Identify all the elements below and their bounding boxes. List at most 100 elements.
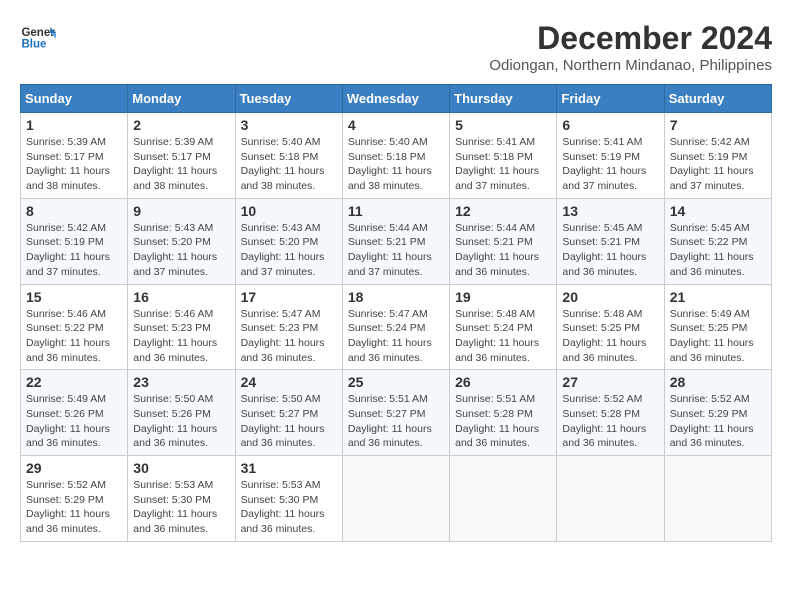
sunrise-text: Sunrise: 5:44 AM xyxy=(348,222,428,234)
daylight-text: Daylight: 11 hours and 36 minutes. xyxy=(133,337,217,364)
daylight-text: Daylight: 11 hours and 36 minutes. xyxy=(348,337,432,364)
day-number: 26 xyxy=(455,374,551,390)
sunrise-text: Sunrise: 5:40 AM xyxy=(241,136,321,148)
sunset-text: Sunset: 5:22 PM xyxy=(670,236,748,248)
calendar-week-row: 1 Sunrise: 5:39 AM Sunset: 5:17 PM Dayli… xyxy=(21,113,772,199)
calendar-cell: 4 Sunrise: 5:40 AM Sunset: 5:18 PM Dayli… xyxy=(342,113,449,199)
page-header: General Blue December 2024 Odiongan, Nor… xyxy=(20,20,772,74)
sunrise-text: Sunrise: 5:45 AM xyxy=(670,222,750,234)
sunset-text: Sunset: 5:23 PM xyxy=(241,322,319,334)
sunset-text: Sunset: 5:21 PM xyxy=(455,236,533,248)
sunset-text: Sunset: 5:30 PM xyxy=(241,494,319,506)
sunrise-text: Sunrise: 5:47 AM xyxy=(348,308,428,320)
calendar-cell: 3 Sunrise: 5:40 AM Sunset: 5:18 PM Dayli… xyxy=(235,113,342,199)
calendar-cell: 23 Sunrise: 5:50 AM Sunset: 5:26 PM Dayl… xyxy=(128,370,235,456)
sunrise-text: Sunrise: 5:39 AM xyxy=(26,136,106,148)
daylight-text: Daylight: 11 hours and 36 minutes. xyxy=(26,508,110,535)
calendar-header-row: SundayMondayTuesdayWednesdayThursdayFrid… xyxy=(21,85,772,113)
daylight-text: Daylight: 11 hours and 37 minutes. xyxy=(241,251,325,278)
daylight-text: Daylight: 11 hours and 37 minutes. xyxy=(562,165,646,192)
daylight-text: Daylight: 11 hours and 36 minutes. xyxy=(348,423,432,450)
sunset-text: Sunset: 5:24 PM xyxy=(455,322,533,334)
daylight-text: Daylight: 11 hours and 37 minutes. xyxy=(455,165,539,192)
daylight-text: Daylight: 11 hours and 37 minutes. xyxy=(670,165,754,192)
day-number: 15 xyxy=(26,289,122,305)
sunset-text: Sunset: 5:27 PM xyxy=(348,408,426,420)
daylight-text: Daylight: 11 hours and 38 minutes. xyxy=(348,165,432,192)
day-number: 30 xyxy=(133,460,229,476)
calendar-cell: 17 Sunrise: 5:47 AM Sunset: 5:23 PM Dayl… xyxy=(235,284,342,370)
day-info: Sunrise: 5:42 AM Sunset: 5:19 PM Dayligh… xyxy=(670,135,766,194)
day-info: Sunrise: 5:40 AM Sunset: 5:18 PM Dayligh… xyxy=(348,135,444,194)
header-monday: Monday xyxy=(128,85,235,113)
sunrise-text: Sunrise: 5:50 AM xyxy=(133,393,213,405)
sunrise-text: Sunrise: 5:51 AM xyxy=(348,393,428,405)
sunrise-text: Sunrise: 5:43 AM xyxy=(241,222,321,234)
day-number: 3 xyxy=(241,117,337,133)
sunrise-text: Sunrise: 5:39 AM xyxy=(133,136,213,148)
day-number: 12 xyxy=(455,203,551,219)
day-info: Sunrise: 5:52 AM Sunset: 5:29 PM Dayligh… xyxy=(26,478,122,537)
day-number: 13 xyxy=(562,203,658,219)
sunrise-text: Sunrise: 5:40 AM xyxy=(348,136,428,148)
day-number: 25 xyxy=(348,374,444,390)
calendar-cell: 5 Sunrise: 5:41 AM Sunset: 5:18 PM Dayli… xyxy=(450,113,557,199)
day-info: Sunrise: 5:53 AM Sunset: 5:30 PM Dayligh… xyxy=(241,478,337,537)
calendar-week-row: 29 Sunrise: 5:52 AM Sunset: 5:29 PM Dayl… xyxy=(21,456,772,542)
day-number: 18 xyxy=(348,289,444,305)
sunset-text: Sunset: 5:26 PM xyxy=(26,408,104,420)
sunrise-text: Sunrise: 5:46 AM xyxy=(133,308,213,320)
daylight-text: Daylight: 11 hours and 37 minutes. xyxy=(26,251,110,278)
daylight-text: Daylight: 11 hours and 36 minutes. xyxy=(241,508,325,535)
calendar-cell: 28 Sunrise: 5:52 AM Sunset: 5:29 PM Dayl… xyxy=(664,370,771,456)
sunrise-text: Sunrise: 5:49 AM xyxy=(26,393,106,405)
day-info: Sunrise: 5:47 AM Sunset: 5:24 PM Dayligh… xyxy=(348,307,444,366)
day-number: 14 xyxy=(670,203,766,219)
day-number: 8 xyxy=(26,203,122,219)
sunset-text: Sunset: 5:20 PM xyxy=(133,236,211,248)
sunrise-text: Sunrise: 5:44 AM xyxy=(455,222,535,234)
day-info: Sunrise: 5:52 AM Sunset: 5:28 PM Dayligh… xyxy=(562,392,658,451)
daylight-text: Daylight: 11 hours and 37 minutes. xyxy=(348,251,432,278)
calendar-cell: 18 Sunrise: 5:47 AM Sunset: 5:24 PM Dayl… xyxy=(342,284,449,370)
calendar-cell: 30 Sunrise: 5:53 AM Sunset: 5:30 PM Dayl… xyxy=(128,456,235,542)
calendar-cell: 12 Sunrise: 5:44 AM Sunset: 5:21 PM Dayl… xyxy=(450,198,557,284)
month-title: December 2024 xyxy=(489,20,772,57)
sunset-text: Sunset: 5:21 PM xyxy=(348,236,426,248)
day-info: Sunrise: 5:44 AM Sunset: 5:21 PM Dayligh… xyxy=(455,221,551,280)
header-friday: Friday xyxy=(557,85,664,113)
sunset-text: Sunset: 5:21 PM xyxy=(562,236,640,248)
sunrise-text: Sunrise: 5:49 AM xyxy=(670,308,750,320)
calendar-cell: 27 Sunrise: 5:52 AM Sunset: 5:28 PM Dayl… xyxy=(557,370,664,456)
day-info: Sunrise: 5:49 AM Sunset: 5:25 PM Dayligh… xyxy=(670,307,766,366)
calendar-cell: 19 Sunrise: 5:48 AM Sunset: 5:24 PM Dayl… xyxy=(450,284,557,370)
calendar-cell: 25 Sunrise: 5:51 AM Sunset: 5:27 PM Dayl… xyxy=(342,370,449,456)
sunrise-text: Sunrise: 5:42 AM xyxy=(670,136,750,148)
day-info: Sunrise: 5:45 AM Sunset: 5:21 PM Dayligh… xyxy=(562,221,658,280)
calendar-cell: 15 Sunrise: 5:46 AM Sunset: 5:22 PM Dayl… xyxy=(21,284,128,370)
sunset-text: Sunset: 5:24 PM xyxy=(348,322,426,334)
day-number: 6 xyxy=(562,117,658,133)
sunset-text: Sunset: 5:18 PM xyxy=(348,151,426,163)
day-info: Sunrise: 5:39 AM Sunset: 5:17 PM Dayligh… xyxy=(26,135,122,194)
calendar-cell: 24 Sunrise: 5:50 AM Sunset: 5:27 PM Dayl… xyxy=(235,370,342,456)
day-info: Sunrise: 5:51 AM Sunset: 5:27 PM Dayligh… xyxy=(348,392,444,451)
sunrise-text: Sunrise: 5:53 AM xyxy=(241,479,321,491)
sunrise-text: Sunrise: 5:42 AM xyxy=(26,222,106,234)
daylight-text: Daylight: 11 hours and 37 minutes. xyxy=(133,251,217,278)
calendar-cell: 1 Sunrise: 5:39 AM Sunset: 5:17 PM Dayli… xyxy=(21,113,128,199)
sunset-text: Sunset: 5:28 PM xyxy=(562,408,640,420)
day-number: 29 xyxy=(26,460,122,476)
calendar-cell xyxy=(342,456,449,542)
daylight-text: Daylight: 11 hours and 36 minutes. xyxy=(133,508,217,535)
day-number: 20 xyxy=(562,289,658,305)
calendar-week-row: 22 Sunrise: 5:49 AM Sunset: 5:26 PM Dayl… xyxy=(21,370,772,456)
header-thursday: Thursday xyxy=(450,85,557,113)
sunset-text: Sunset: 5:30 PM xyxy=(133,494,211,506)
day-info: Sunrise: 5:52 AM Sunset: 5:29 PM Dayligh… xyxy=(670,392,766,451)
calendar-week-row: 8 Sunrise: 5:42 AM Sunset: 5:19 PM Dayli… xyxy=(21,198,772,284)
sunrise-text: Sunrise: 5:50 AM xyxy=(241,393,321,405)
header-wednesday: Wednesday xyxy=(342,85,449,113)
day-number: 22 xyxy=(26,374,122,390)
daylight-text: Daylight: 11 hours and 36 minutes. xyxy=(670,337,754,364)
